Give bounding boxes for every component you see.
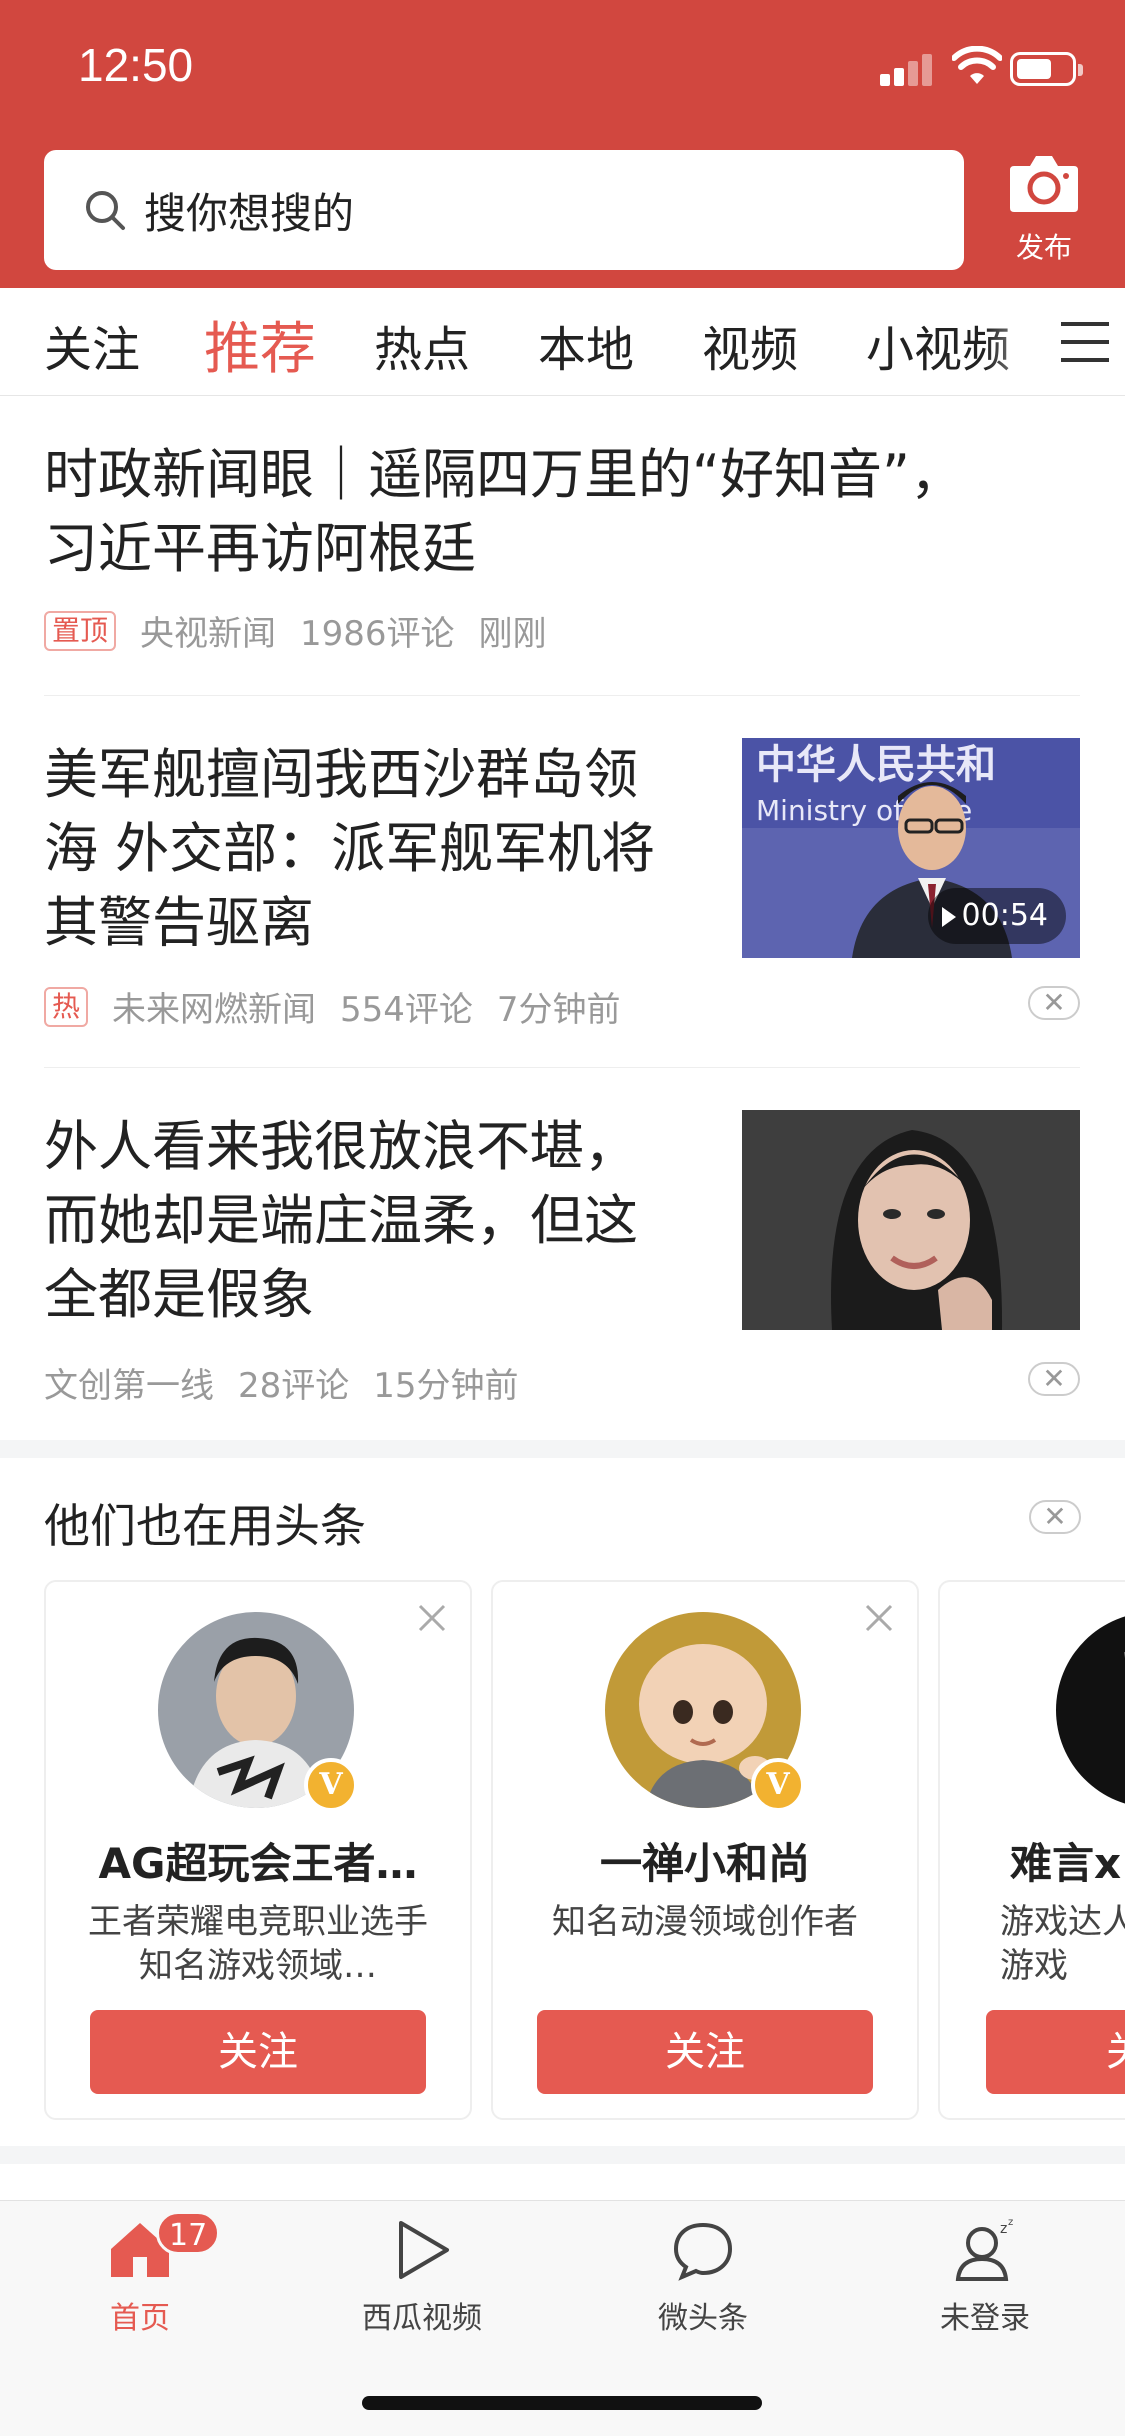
app-header: 12:50 搜你想搜的 发布 <box>0 0 1125 288</box>
article-time: 刚刚 <box>478 614 547 654</box>
svg-text:z: z <box>1000 2221 1007 2237</box>
chat-bubble-icon <box>673 2222 733 2281</box>
article-item[interactable]: 外人看来我很放浪不堪， 而她却是端庄温柔，但这 全都是假象 文创第一线 28评论… <box>44 1068 1080 1440</box>
user-description: 知名动漫领域创作者 <box>552 1902 858 1942</box>
follow-card[interactable]: V AG超玩会王者… 王者荣耀电竞职业选手 知名游戏领域… 关注 <box>44 1580 472 2120</box>
pinned-badge: 置顶 <box>44 610 117 651</box>
nav-micro-headline[interactable]: 微头条 <box>603 2215 803 2337</box>
battery-icon <box>1010 52 1083 86</box>
article-title: 美军舰擅闯我西沙群岛领 海 外交部：派军舰军机将 其警告驱离 <box>44 743 656 954</box>
follow-button[interactable]: 关注 <box>90 2010 426 2094</box>
section-divider <box>0 2146 1125 2164</box>
follow-card[interactable]: 难言x 游戏达人 名游戏 关 <box>938 1580 1125 2120</box>
article-title: 外人看来我很放浪不堪， 而她却是端庄温柔，但这 全都是假象 <box>44 1115 638 1326</box>
article-title: 时政新闻眼｜遥隔四万里的“好知音”， 习近平再访阿根廷 <box>44 443 964 580</box>
wifi-icon <box>952 46 1002 84</box>
tab-follow[interactable]: 关注 <box>44 310 140 380</box>
dismiss-button[interactable]: ✕ <box>1028 986 1080 1020</box>
video-duration: 00:54 <box>927 888 1066 944</box>
camera-icon <box>1010 156 1078 212</box>
user-description: 王者荣耀电竞职业选手 知名游戏领域… <box>88 1902 428 1986</box>
nav-xigua-video[interactable]: 西瓜视频 <box>322 2215 522 2337</box>
close-icon[interactable] <box>863 1602 895 1634</box>
channel-menu-button[interactable] <box>1035 288 1125 395</box>
tab-recommend[interactable]: 推荐 <box>204 304 316 385</box>
search-placeholder: 搜你想搜的 <box>144 188 355 238</box>
user-icon: z z <box>955 2217 1013 2281</box>
publish-label: 发布 <box>1015 231 1072 264</box>
article-item[interactable]: 美军舰擅闯我西沙群岛领 海 外交部：派军舰军机将 其警告驱离 中华人民共和 Mi… <box>44 696 1080 1068</box>
tab-hot[interactable]: 热点 <box>374 310 470 380</box>
nav-not-logged-in[interactable]: z z 未登录 <box>885 2215 1085 2337</box>
follow-card[interactable]: V 一禅小和尚 知名动漫领域创作者 关注 <box>491 1580 919 2120</box>
nav-home[interactable]: 17 首页 <box>40 2211 240 2337</box>
nav-label: 微头条 <box>658 2301 748 2336</box>
follow-button[interactable]: 关注 <box>537 2010 873 2094</box>
dismiss-button[interactable]: ✕ <box>1029 1500 1081 1534</box>
article-comments: 28评论 <box>238 1366 350 1406</box>
article-comments: 554评论 <box>340 990 473 1030</box>
article-time: 7分钟前 <box>496 990 621 1030</box>
follow-section-title: 他们也在用头条 <box>44 1499 366 1553</box>
search-icon <box>86 191 125 230</box>
svg-text:z: z <box>1008 2217 1013 2228</box>
play-icon <box>941 906 956 927</box>
article-source: 未来网燃新闻 <box>112 990 317 1030</box>
dismiss-button[interactable]: ✕ <box>1028 1362 1080 1396</box>
search-input[interactable]: 搜你想搜的 <box>44 150 964 270</box>
svg-text:中华人民共和: 中华人民共和 <box>756 742 996 788</box>
nav-label: 首页 <box>110 2301 170 2336</box>
video-thumbnail[interactable]: 中华人民共和 Ministry of Fore 00:54 <box>742 738 1080 958</box>
play-icon <box>399 2221 449 2279</box>
verified-badge: V <box>304 1758 358 1812</box>
article-item[interactable]: 时政新闻眼｜遥隔四万里的“好知音”， 习近平再访阿根廷 置顶 央视新闻 1986… <box>44 396 1080 696</box>
tab-video[interactable]: 视频 <box>702 310 798 380</box>
follow-button[interactable]: 关 <box>986 2010 1125 2094</box>
article-time: 15分钟前 <box>373 1366 519 1406</box>
article-comments: 1986评论 <box>300 614 455 654</box>
nav-label: 未登录 <box>940 2301 1030 2336</box>
article-source: 文创第一线 <box>44 1366 214 1406</box>
avatar <box>1056 1612 1125 1808</box>
user-name: AG超玩会王者… <box>98 1839 418 1888</box>
channel-tabs: 关注 推荐 热点 本地 视频 小视频 <box>0 288 1125 396</box>
status-time: 12:50 <box>78 39 194 91</box>
user-description: 游戏达人 名游戏 <box>1000 1902 1125 1986</box>
tab-local[interactable]: 本地 <box>538 310 634 380</box>
hot-badge: 热 <box>44 986 89 1027</box>
user-name: 一禅小和尚 <box>599 1839 810 1888</box>
home-indicator <box>362 2396 762 2410</box>
woman-portrait-image <box>742 1110 1080 1330</box>
article-thumbnail[interactable] <box>742 1110 1080 1330</box>
section-divider <box>0 1440 1125 1458</box>
notification-badge: 17 <box>156 2211 221 2255</box>
cellular-signal-icon <box>880 52 936 86</box>
close-icon[interactable] <box>416 1602 448 1634</box>
publish-button[interactable]: 发布 <box>1002 152 1086 272</box>
user-name: 难言x <box>1010 1839 1122 1888</box>
verified-badge: V <box>751 1758 805 1812</box>
article-source: 央视新闻 <box>140 614 277 654</box>
nav-label: 西瓜视频 <box>362 2301 482 2336</box>
